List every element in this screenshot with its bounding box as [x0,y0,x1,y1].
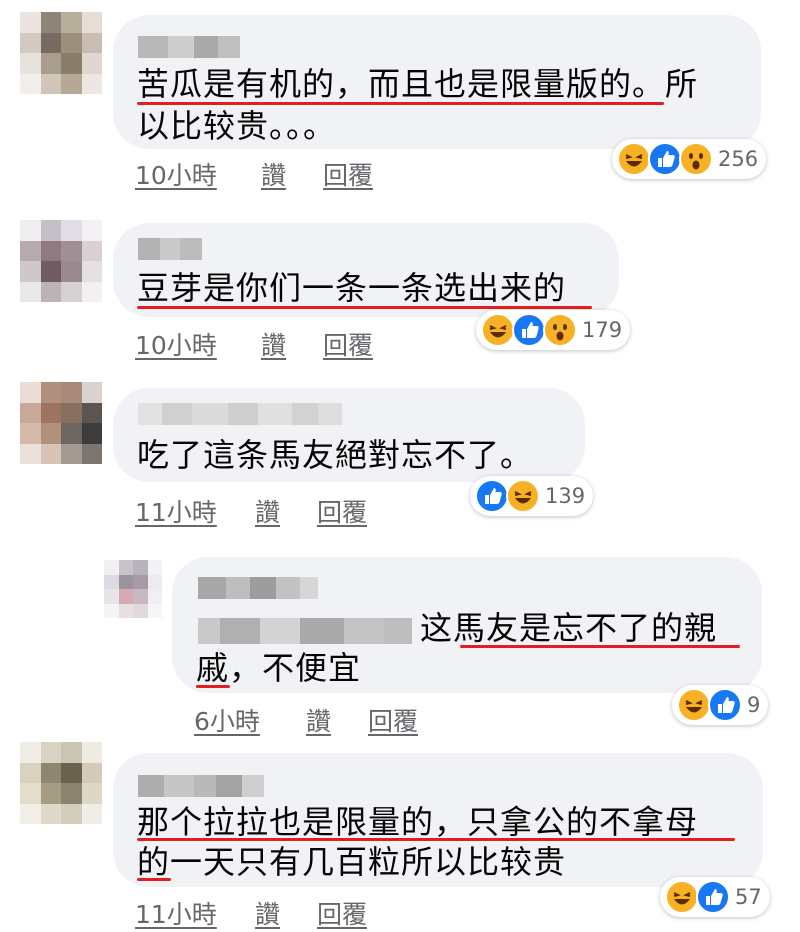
blurred-name[interactable] [138,36,240,58]
reaction-summary[interactable]: 9 [672,685,769,725]
blurred-name[interactable] [198,577,318,599]
like-icon [648,142,682,176]
haha-icon [677,688,711,722]
blurred-name[interactable] [138,403,342,425]
like-button[interactable]: 讚 [255,493,280,529]
reply-button[interactable]: 回覆 [368,702,418,738]
avatar[interactable] [20,742,102,824]
like-button[interactable]: 讚 [261,326,286,362]
haha-icon [481,313,515,347]
reaction-summary[interactable]: 179 [476,310,631,350]
red-underline [460,645,740,648]
reply-button[interactable]: 回覆 [317,895,367,931]
like-icon [512,313,546,347]
like-icon [696,880,730,914]
reaction-count: 57 [735,885,762,909]
red-underline [137,306,592,309]
comment-text-line: 吃了這条馬友絕對忘不了。 [137,436,534,474]
reaction-count: 179 [582,318,623,342]
tagged-name-blur[interactable] [198,618,412,644]
avatar[interactable] [20,12,102,94]
comment-text-line: 豆芽是你们一条一条选出来的 [137,269,567,307]
blurred-name[interactable] [138,775,264,797]
avatar[interactable] [20,382,102,464]
reaction-count: 139 [545,484,586,508]
avatar[interactable] [20,220,102,302]
reaction-summary[interactable]: 139 [470,476,594,516]
wow-icon [679,142,713,176]
comment-text-line: 戚，不便宜 [196,649,362,687]
haha-icon [665,880,699,914]
haha-icon [617,142,651,176]
red-underline [137,102,664,105]
reaction-summary[interactable]: 57 [660,877,770,917]
like-icon [475,479,509,513]
reaction-count: 9 [747,693,761,717]
reaction-summary[interactable]: 256 [612,139,767,179]
wow-icon [543,313,577,347]
comment-text-line: 以比较贵。。。 [137,107,337,145]
timestamp-link[interactable]: 10小時 [135,156,217,192]
like-button[interactable]: 讚 [306,702,331,738]
comment-text-line: 这馬友是忘不了的親 [420,609,718,647]
reaction-count: 256 [718,147,759,171]
like-button[interactable]: 讚 [255,895,280,931]
timestamp-link[interactable]: 6小時 [194,702,260,738]
red-underline [137,878,171,881]
red-underline [137,838,735,841]
red-underline [196,685,230,688]
comment-text-line: 的一天只有几百粒所以比较贵 [137,843,567,881]
reply-button[interactable]: 回覆 [323,326,373,362]
like-icon [708,688,742,722]
like-button[interactable]: 讚 [261,156,286,192]
timestamp-link[interactable]: 11小時 [135,895,217,931]
blurred-name[interactable] [138,238,202,260]
haha-icon [506,479,540,513]
comment-text-line: 苦瓜是有机的，而且也是限量版的。所 [137,65,699,103]
avatar[interactable] [104,560,162,618]
timestamp-link[interactable]: 10小時 [135,326,217,362]
reply-button[interactable]: 回覆 [317,493,367,529]
timestamp-link[interactable]: 11小時 [135,493,217,529]
reply-button[interactable]: 回覆 [323,156,373,192]
